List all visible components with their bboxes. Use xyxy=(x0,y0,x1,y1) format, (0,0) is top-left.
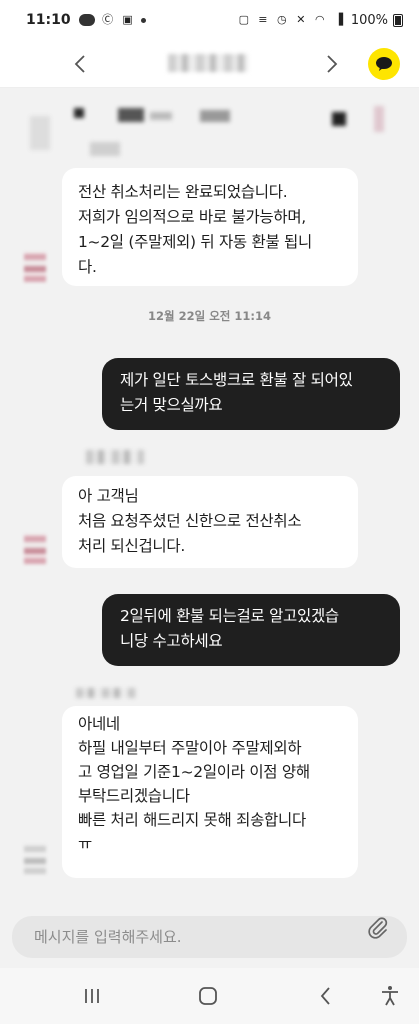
signal-icon: ▐ xyxy=(334,13,344,26)
agent-avatar[interactable] xyxy=(24,534,46,564)
message-bubble-incoming[interactable]: 전산 취소처리는 완료되었습니다. 저희가 임의적으로 바로 불가능하며, 1~… xyxy=(62,168,358,286)
instagram-icon: ▣ xyxy=(122,13,133,26)
message-bubble-incoming[interactable]: 아 고객님 처음 요청주셨던 신한으로 전산취소 처리 되신겁니다. xyxy=(62,476,358,568)
message-input-bar xyxy=(0,906,419,968)
message-bubble-outgoing[interactable]: 제가 일단 토스뱅크로 환불 잘 되어있 는거 맞으실까요 xyxy=(102,358,400,430)
wifi-icon: ◠ xyxy=(315,13,325,26)
talk-notification-icon xyxy=(78,14,95,26)
chevron-right-icon xyxy=(327,55,338,73)
message-bubble-outgoing[interactable]: 2일뒤에 환불 되는걸로 알고있겠습 니당 수고하세요 xyxy=(102,594,400,666)
next-chat-button[interactable] xyxy=(318,50,346,78)
notification-icons: Ⓒ ▣ xyxy=(78,13,146,27)
sleep-icon: ≡ xyxy=(258,13,268,26)
agent-avatar[interactable] xyxy=(24,844,46,874)
message-input[interactable] xyxy=(12,916,407,958)
attach-button[interactable] xyxy=(366,916,390,940)
back-button[interactable] xyxy=(314,984,338,1008)
lock-icon: ▢ xyxy=(238,13,250,26)
accessibility-icon xyxy=(382,986,398,1006)
back-icon xyxy=(320,987,330,1005)
mute-icon: ✕ xyxy=(296,13,306,26)
message-bubble-incoming[interactable]: 아네네 하필 내일부터 주말이아 주말제외하 고 영업일 기준1~2일이라 이점… xyxy=(62,706,358,878)
status-time: 11:10 xyxy=(26,12,71,28)
battery-icon xyxy=(393,13,403,27)
alarm-icon: ◷ xyxy=(277,13,287,26)
status-bar: 11:10 Ⓒ ▣ ▢ ≡ ◷ ✕ ◠ ▐ 100% xyxy=(0,0,419,40)
kakao-talk-button[interactable] xyxy=(368,48,400,80)
paperclip-icon xyxy=(368,917,388,939)
chat-header xyxy=(0,40,419,88)
chat-title-redacted xyxy=(168,54,248,72)
c-notification-icon: Ⓒ xyxy=(102,13,114,26)
accessibility-button[interactable] xyxy=(378,984,402,1008)
system-status-icons: ▢ ≡ ◷ ✕ ◠ ▐ 100% xyxy=(237,13,403,28)
system-navigation-bar xyxy=(0,968,419,1024)
recent-apps-button[interactable] xyxy=(80,984,104,1008)
home-icon xyxy=(199,987,217,1005)
sender-name-redacted xyxy=(86,450,144,464)
battery-percent: 100% xyxy=(350,12,388,28)
redacted-info-block xyxy=(30,102,390,162)
more-notifications-dot-icon xyxy=(140,17,146,23)
agent-avatar[interactable] xyxy=(24,252,46,282)
kakao-talk-icon xyxy=(376,57,392,71)
chat-area[interactable]: 전산 취소처리는 완료되었습니다. 저희가 임의적으로 바로 불가능하며, 1~… xyxy=(0,88,419,906)
date-separator: 12월 22일 오전 11:14 xyxy=(148,309,271,323)
recent-apps-icon xyxy=(85,989,99,1003)
home-button[interactable] xyxy=(196,984,220,1008)
prev-chat-button[interactable] xyxy=(66,50,94,78)
sender-name-redacted xyxy=(76,688,136,698)
chevron-left-icon xyxy=(74,55,85,73)
